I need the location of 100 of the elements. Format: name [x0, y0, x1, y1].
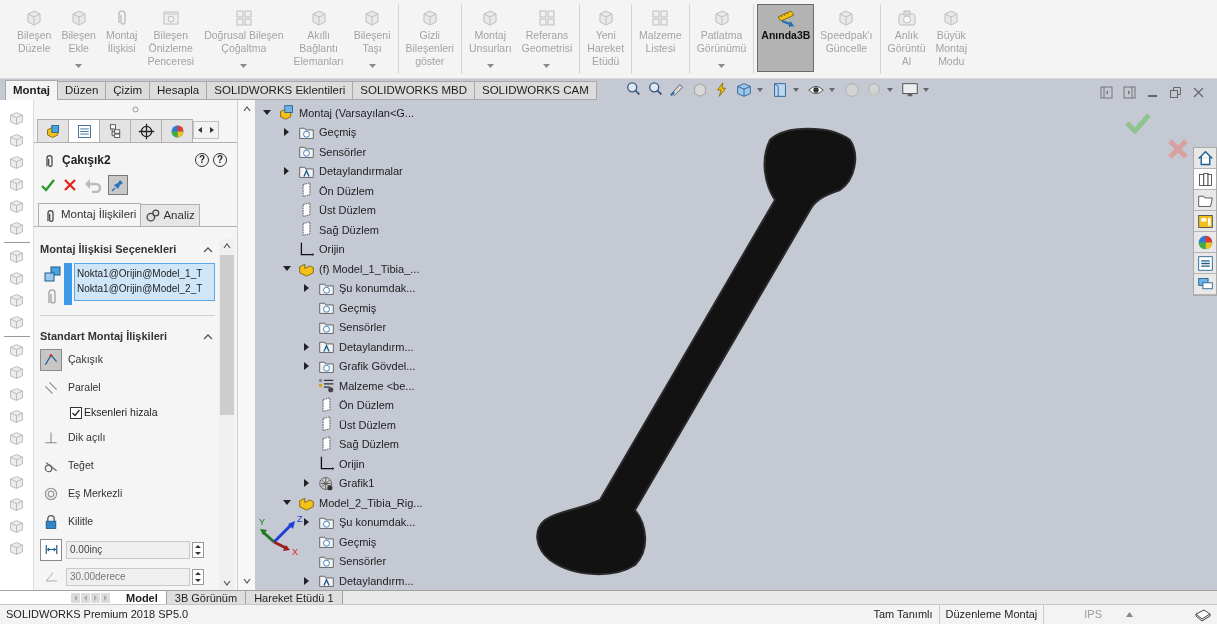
tree-item[interactable]: Şu konumdak... — [339, 514, 416, 531]
tree-item[interactable]: Sensörler — [339, 553, 387, 570]
caret-right-icon[interactable] — [304, 479, 310, 488]
tree-item[interactable]: Sensörler — [339, 319, 387, 336]
ribbon-tab[interactable]: Montaj — [5, 80, 59, 100]
tree-item[interactable]: Şu konumdak... — [339, 280, 416, 297]
checkbox-checked-icon[interactable] — [70, 407, 82, 419]
ribbon-tab[interactable]: Düzen — [57, 81, 107, 100]
tree-item[interactable]: Geçmiş — [319, 124, 357, 141]
tree-item[interactable]: Detaylandırmalar — [319, 163, 403, 180]
mesh-icon — [318, 474, 335, 492]
ribbon-button[interactable]: Anında3B — [757, 4, 815, 72]
tree-item[interactable]: Orijin — [319, 241, 345, 258]
tree-item[interactable]: Model_2_Tibia_Rig... — [319, 494, 423, 511]
panel-tab[interactable]: Analiz — [140, 204, 200, 226]
panel-tab[interactable] — [99, 119, 131, 142]
caret-down-icon[interactable] — [283, 265, 291, 272]
chevron-up-icon[interactable] — [241, 104, 252, 114]
mate-label: Kilitle — [68, 514, 94, 530]
faces-icon[interactable] — [43, 265, 61, 283]
selection-list[interactable]: Nokta1@Orijin@Model_1_T Nokta1@Orijin@Model_2_T — [74, 263, 215, 301]
caret-right-icon[interactable] — [304, 576, 310, 585]
tree-item[interactable]: Sağ Düzlem — [339, 436, 399, 453]
caret-right-icon[interactable] — [304, 362, 310, 371]
tree-item[interactable]: Geçmiş — [339, 533, 377, 550]
chevron-up-icon[interactable] — [203, 245, 213, 253]
sheet-tab[interactable]: Model — [118, 591, 167, 604]
checkbox-label: Eksenleri hizala — [84, 405, 158, 421]
keyboard-icon[interactable] — [1195, 607, 1211, 622]
tree-item[interactable]: Malzeme <be... — [339, 377, 415, 394]
list-item[interactable]: Nokta1@Orijin@Model_2_T — [77, 281, 212, 296]
ribbon-tab[interactable]: SOLIDWORKS MBD — [352, 81, 475, 100]
chevron-up-icon[interactable] — [203, 332, 213, 340]
caret-right-icon[interactable] — [304, 342, 310, 351]
grid-icon — [536, 8, 557, 28]
panel-tab[interactable] — [130, 119, 162, 142]
ribbon-tab[interactable]: SOLIDWORKS Eklentileri — [206, 81, 354, 100]
spinner-icon[interactable] — [192, 541, 204, 558]
chevron-up-icon[interactable] — [222, 241, 232, 251]
tree-item[interactable]: Detaylandırm... — [339, 338, 414, 355]
ribbon-tab[interactable]: SOLIDWORKS CAM — [474, 81, 597, 100]
tree-item[interactable]: Grafik1 — [339, 475, 375, 492]
grid-icon — [650, 8, 671, 28]
tree-item[interactable]: Montaj (Varsayılan<G... — [299, 104, 415, 121]
camera-icon — [896, 8, 917, 28]
ruler-icon — [775, 8, 796, 28]
tree-item[interactable]: (f) Model_1_Tibia_... — [319, 260, 420, 277]
tree-item[interactable]: Detaylandırm... — [339, 572, 414, 589]
status-field: Tam Tanımlı — [867, 605, 940, 624]
caret-right-icon[interactable] — [304, 518, 310, 527]
chevron-down-icon[interactable] — [241, 576, 252, 586]
cancel-icon[interactable] — [62, 177, 78, 193]
scrollbar-thumb[interactable] — [220, 255, 234, 415]
ribbon-tab[interactable]: Hesapla — [149, 81, 208, 100]
ribbon-tab[interactable]: Çizim — [105, 81, 151, 100]
mate-label: Çakışık — [68, 352, 103, 368]
tree-item[interactable]: Üst Düzlem — [339, 416, 396, 433]
tree-item[interactable]: Üst Düzlem — [319, 202, 376, 219]
task-pane-button[interactable] — [1194, 169, 1216, 190]
assembly-icon — [44, 122, 62, 140]
pin-button[interactable] — [108, 175, 128, 195]
sheet-tab[interactable]: 3B Görünüm — [166, 591, 247, 604]
sheet-tab[interactable]: Hareket Etüdü 1 — [246, 591, 343, 604]
caret-down-icon[interactable] — [263, 109, 271, 116]
tree-item[interactable]: Orijin — [339, 455, 365, 472]
restore-icon[interactable] — [1169, 86, 1182, 99]
tree-item[interactable]: Geçmiş — [339, 299, 377, 316]
caret-right-icon[interactable] — [284, 167, 290, 176]
assembly-icon — [278, 104, 295, 122]
triad-drawing — [260, 521, 295, 551]
tree-item[interactable]: Grafik Gövdel... — [339, 358, 416, 375]
close-icon[interactable] — [1192, 86, 1205, 99]
mate-button[interactable] — [40, 349, 62, 371]
number-field[interactable]: 0.00inç — [66, 540, 190, 559]
panel-tab[interactable]: Montaj İlişkileri — [38, 203, 142, 226]
tree-item[interactable]: Ön Düzlem — [319, 182, 375, 199]
spinner-icon[interactable] — [192, 568, 204, 585]
window-icon — [160, 8, 181, 28]
tree-item[interactable]: Sağ Düzlem — [319, 221, 379, 238]
task-pane-button[interactable] — [1194, 148, 1216, 169]
caret-down-icon[interactable] — [283, 499, 291, 506]
status-text: SOLIDWORKS Premium 2018 SP5.0 — [5, 607, 189, 623]
panel-title: Çakışık2 — [62, 152, 111, 169]
caret-up-icon[interactable] — [1126, 612, 1133, 617]
check-icon[interactable] — [1125, 112, 1151, 134]
check-icon[interactable] — [40, 177, 56, 193]
handle-icon[interactable] — [132, 105, 139, 113]
list-item[interactable]: Nokta1@Orijin@Model_1_T — [77, 266, 212, 281]
tree-item[interactable]: Ön Düzlem — [339, 397, 395, 414]
tree-item[interactable]: Sensörler — [319, 143, 367, 160]
monitor-icon[interactable] — [900, 81, 919, 99]
dimension-button[interactable] — [40, 538, 62, 561]
selection-marker — [64, 263, 72, 305]
panel-right-icon[interactable] — [1123, 86, 1136, 99]
panel-left-icon[interactable] — [1100, 86, 1113, 99]
caret-right-icon[interactable] — [284, 128, 290, 137]
caret-right-icon[interactable] — [304, 284, 310, 293]
task-pane-button[interactable] — [1194, 253, 1216, 274]
chevron-down-icon[interactable] — [222, 578, 232, 588]
lock-icon — [43, 514, 59, 530]
